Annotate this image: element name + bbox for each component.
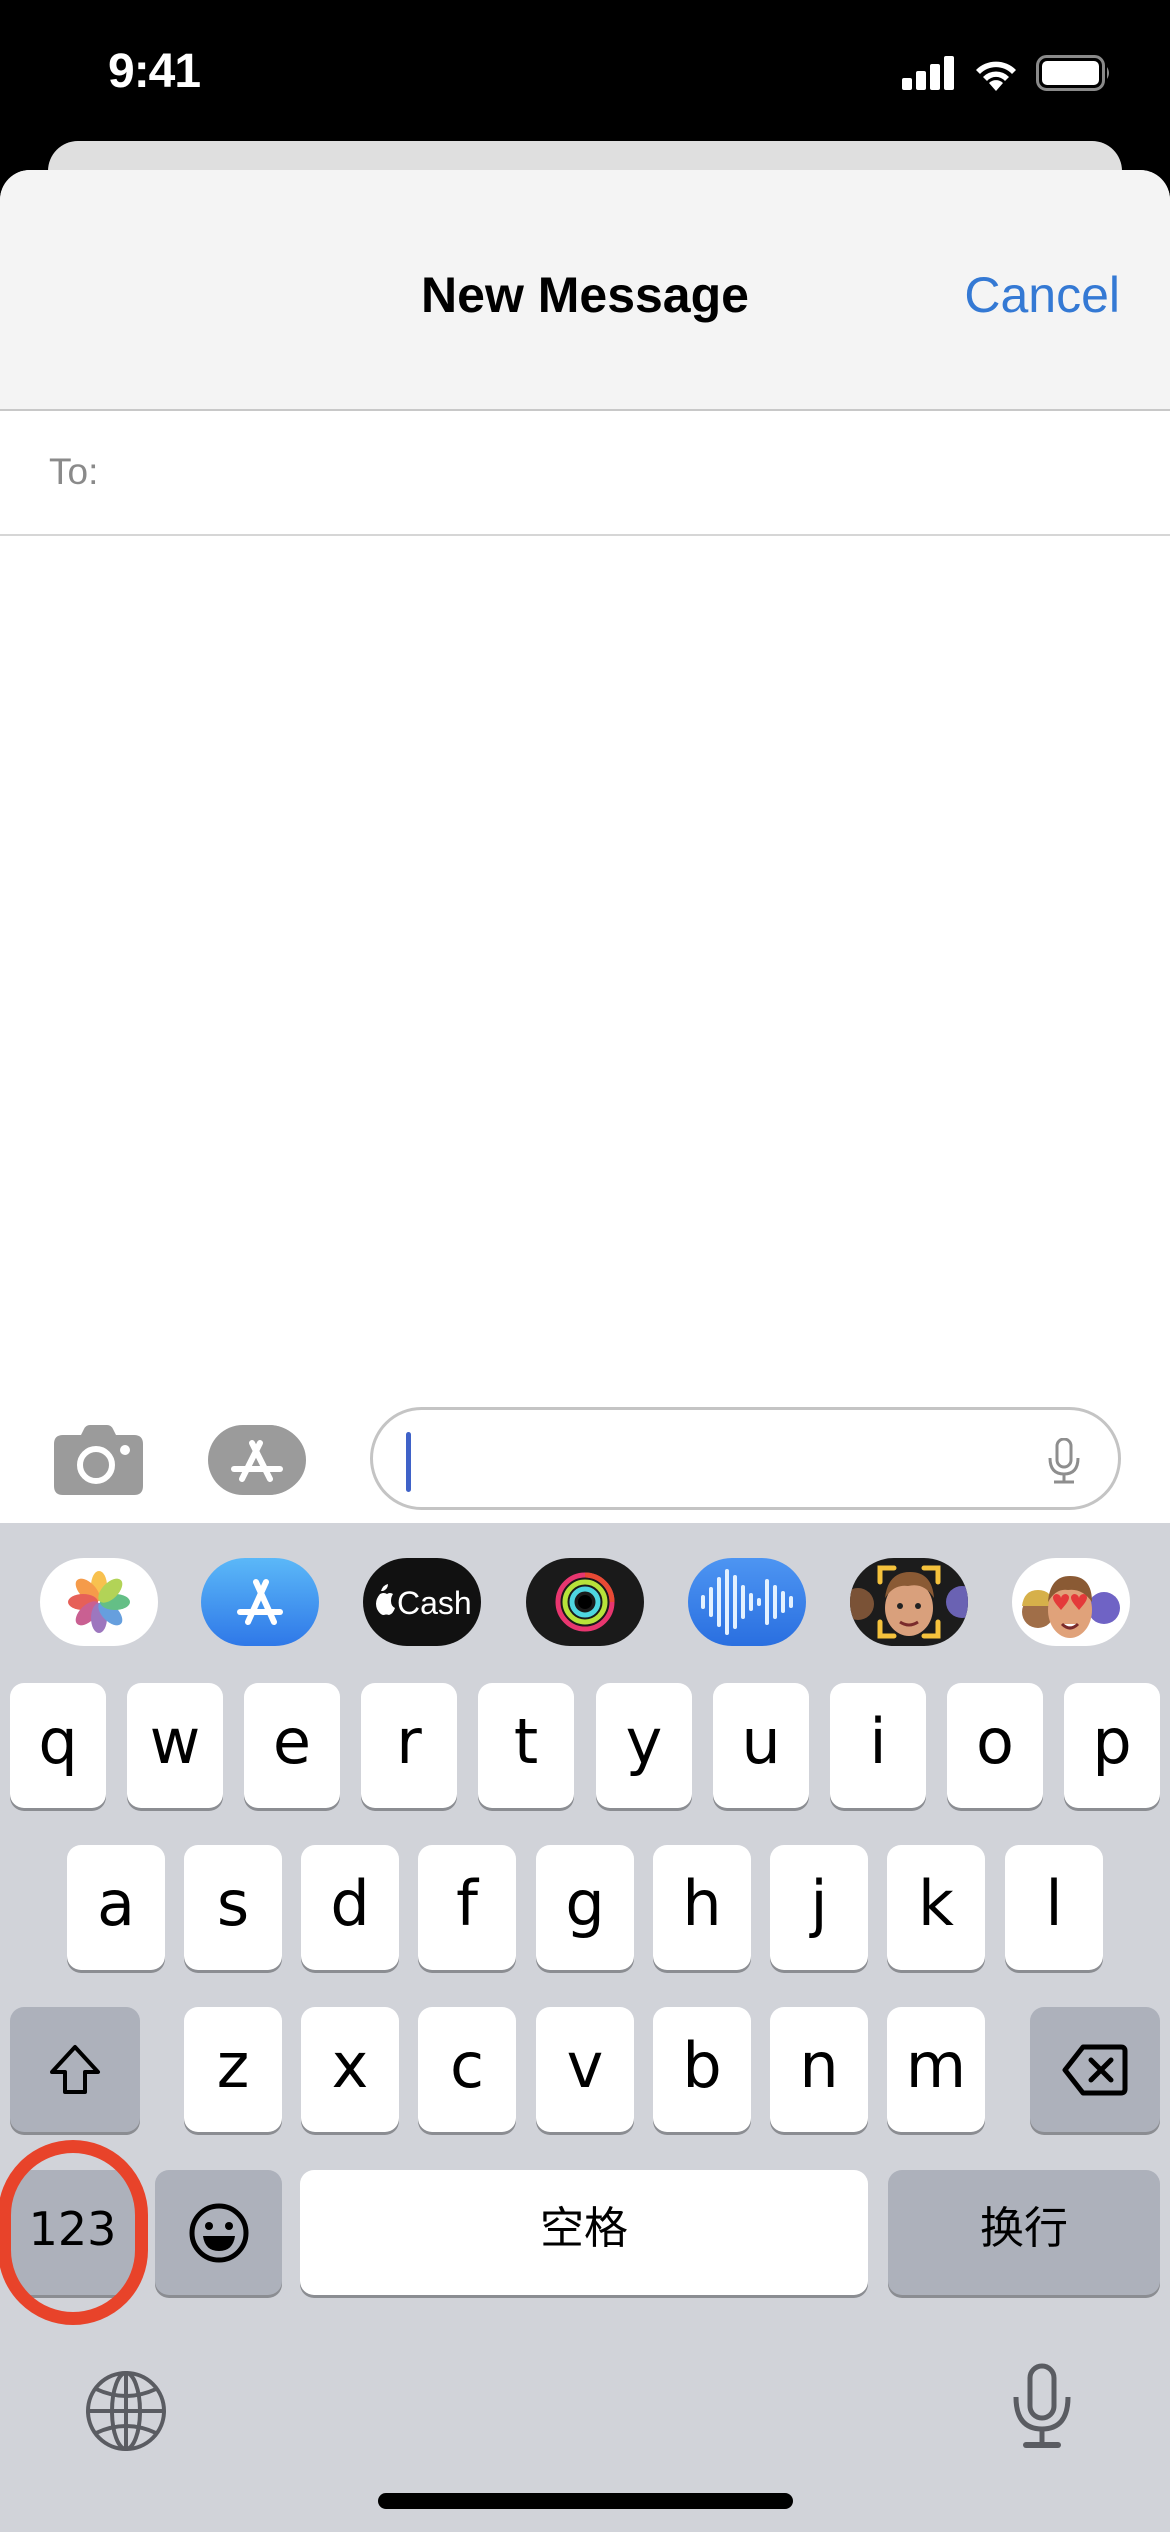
- wifi-icon: [976, 61, 1016, 91]
- app-activity[interactable]: [526, 1558, 644, 1646]
- key-p[interactable]: p: [1064, 1683, 1160, 1808]
- key-h[interactable]: h: [653, 1845, 751, 1970]
- microphone-icon[interactable]: [1048, 1438, 1080, 1484]
- app-app-store[interactable]: [201, 1558, 319, 1646]
- key-y[interactable]: y: [596, 1683, 692, 1808]
- key-t[interactable]: t: [478, 1683, 574, 1808]
- key-u[interactable]: u: [713, 1683, 809, 1808]
- status-time: 9:41: [108, 45, 201, 98]
- key-f[interactable]: f: [418, 1845, 516, 1970]
- app-apple-cash[interactable]: Cash: [363, 1558, 481, 1646]
- key-i[interactable]: i: [830, 1683, 926, 1808]
- apple-cash-icon: Cash: [376, 1584, 472, 1621]
- key-r[interactable]: r: [361, 1683, 457, 1808]
- space-key[interactable]: 空格: [300, 2170, 868, 2295]
- apple-cash-label: Cash: [397, 1585, 472, 1621]
- key-c[interactable]: c: [418, 2007, 516, 2132]
- app-photos[interactable]: [40, 1558, 158, 1646]
- emoji-key[interactable]: [155, 2170, 282, 2295]
- key-b[interactable]: b: [653, 2007, 751, 2132]
- key-j[interactable]: j: [770, 1845, 868, 1970]
- camera-button[interactable]: [54, 1425, 143, 1495]
- app-audio-message[interactable]: [688, 1558, 806, 1646]
- key-m[interactable]: m: [887, 2007, 985, 2132]
- key-n[interactable]: n: [770, 2007, 868, 2132]
- numbers-key[interactable]: 123: [10, 2170, 135, 2295]
- activity-rings-icon: [555, 1572, 615, 1632]
- apps-button[interactable]: [208, 1425, 318, 1495]
- navigation-bar: New Message Cancel: [0, 170, 1170, 411]
- app-memoji-stickers[interactable]: [1012, 1558, 1130, 1646]
- app-memoji[interactable]: [850, 1558, 968, 1646]
- key-w[interactable]: w: [127, 1683, 223, 1808]
- app-store-icon: [237, 1579, 283, 1625]
- dictation-microphone-icon[interactable]: [1012, 2363, 1072, 2449]
- key-g[interactable]: g: [536, 1845, 634, 1970]
- key-e[interactable]: e: [244, 1683, 340, 1808]
- key-a[interactable]: a: [67, 1845, 165, 1970]
- status-icons: [902, 55, 1112, 91]
- memoji-camera-icon: [850, 1565, 968, 1639]
- delete-icon: [1062, 2044, 1128, 2095]
- key-d[interactable]: d: [301, 1845, 399, 1970]
- key-z[interactable]: z: [184, 2007, 282, 2132]
- message-input[interactable]: [370, 1407, 1121, 1510]
- keyboard: Cash q w e r t y u i o p a s d f g h j k…: [0, 1523, 1170, 2532]
- recipient-row: To:: [0, 411, 1170, 536]
- battery-icon: [1036, 55, 1109, 91]
- key-s[interactable]: s: [184, 1845, 282, 1970]
- emoji-icon: [189, 2203, 248, 2262]
- cellular-signal-icon: [902, 56, 954, 90]
- memoji-stickers-icon: [1022, 1576, 1120, 1638]
- key-o[interactable]: o: [947, 1683, 1043, 1808]
- key-v[interactable]: v: [536, 2007, 634, 2132]
- return-key[interactable]: 换行: [888, 2170, 1160, 2295]
- home-indicator[interactable]: [378, 2493, 793, 2509]
- status-bar: 9:41: [0, 0, 1170, 141]
- key-l[interactable]: l: [1005, 1845, 1103, 1970]
- imessage-app-strip: Cash: [0, 1523, 1170, 1683]
- key-q[interactable]: q: [10, 1683, 106, 1808]
- cancel-button[interactable]: Cancel: [964, 266, 1120, 324]
- photos-icon: [68, 1571, 130, 1633]
- recipient-input[interactable]: [120, 431, 1140, 516]
- shift-icon: [50, 2044, 100, 2094]
- app-store-icon: [208, 1425, 306, 1495]
- key-k[interactable]: k: [887, 1845, 985, 1970]
- camera-icon: [54, 1425, 143, 1495]
- shift-key[interactable]: [10, 2007, 140, 2132]
- text-cursor: [406, 1432, 411, 1492]
- delete-key[interactable]: [1030, 2007, 1160, 2132]
- compose-bar: [0, 1395, 1170, 1523]
- waveform-icon: [701, 1569, 793, 1635]
- globe-icon[interactable]: [86, 2371, 166, 2451]
- key-x[interactable]: x: [301, 2007, 399, 2132]
- to-label: To:: [49, 451, 99, 492]
